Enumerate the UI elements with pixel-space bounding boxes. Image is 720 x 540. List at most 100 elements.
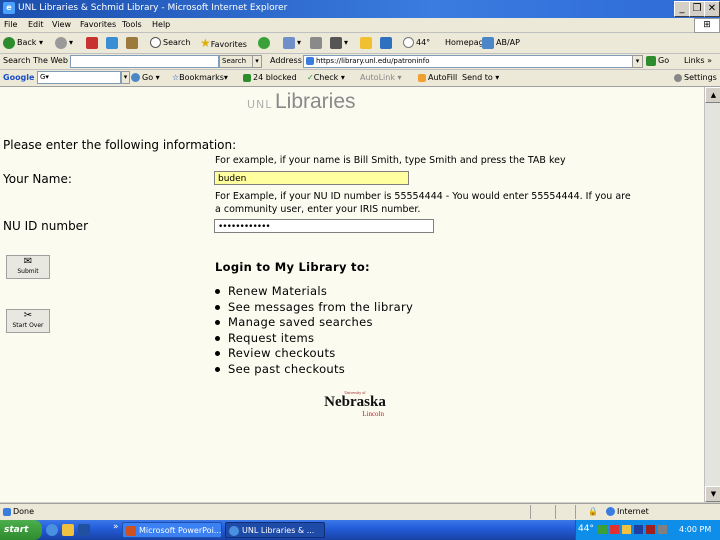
quicklaunch-explorer-icon[interactable] <box>62 524 74 536</box>
stop-icon <box>86 36 98 49</box>
window-title: UNL Libraries & Schmid Library - Microso… <box>18 3 288 13</box>
history-icon <box>258 36 270 49</box>
send-to-button[interactable]: Send to ▾ <box>462 71 499 85</box>
page-icon <box>306 57 314 65</box>
submit-button[interactable]: ✉ Submit <box>6 255 50 279</box>
libraries-logo: UNL Libraries <box>247 90 356 113</box>
gear-icon <box>674 73 682 82</box>
menu-view[interactable]: View <box>52 20 71 29</box>
ie-icon: e <box>3 2 15 14</box>
google-settings-button[interactable]: Settings <box>674 71 717 85</box>
id-password-input[interactable]: •••••••••••• <box>214 219 434 233</box>
links-button[interactable]: Links » <box>684 54 712 68</box>
start-button[interactable]: start <box>0 520 42 540</box>
folder-icon <box>360 36 372 49</box>
feature-item: Review checkouts <box>215 346 336 360</box>
google-logo: Google <box>3 73 35 82</box>
google-dropdown-arrow[interactable]: ▾ <box>121 71 130 84</box>
refresh-button[interactable] <box>106 36 120 50</box>
feature-item: Renew Materials <box>215 284 327 298</box>
tray-weather: 44° <box>578 524 594 534</box>
name-input[interactable]: buden <box>214 171 409 185</box>
address-input[interactable]: https://library.unl.edu/patroninfo <box>303 55 637 68</box>
menu-edit[interactable]: Edit <box>28 20 44 29</box>
refresh-icon <box>106 36 118 49</box>
bullet-icon <box>215 305 220 310</box>
history-button[interactable] <box>258 36 272 50</box>
quicklaunch-ie-icon[interactable] <box>46 524 58 536</box>
google-go-button[interactable]: Go ▾ <box>131 71 160 85</box>
instructions-heading: Please enter the following information: <box>3 138 237 152</box>
tray-icon[interactable] <box>658 525 667 534</box>
id-hint-line-1: For Example, if your NU ID number is 555… <box>215 191 631 202</box>
messenger-button[interactable] <box>380 36 394 50</box>
scroll-down-arrow[interactable]: ▼ <box>705 486 720 502</box>
weather-button[interactable]: 44° <box>403 36 430 50</box>
bookmarks-button[interactable]: ☆Bookmarks▾ <box>172 71 228 85</box>
menu-favorites[interactable]: Favorites <box>80 20 116 29</box>
powerpoint-icon <box>126 526 136 536</box>
search-button[interactable]: Search <box>150 36 190 50</box>
taskbar-ie-window[interactable]: UNL Libraries & ... <box>225 522 325 538</box>
quicklaunch-word-icon[interactable] <box>78 524 90 536</box>
name-label: Your Name: <box>3 172 72 186</box>
print-button[interactable] <box>310 36 324 50</box>
taskbar-powerpoint[interactable]: Microsoft PowerPoi... <box>122 522 222 538</box>
close-button[interactable]: ✕ <box>704 1 720 17</box>
folder-button[interactable] <box>360 36 374 50</box>
minimize-button[interactable]: _ <box>674 1 690 17</box>
print-icon <box>310 36 322 49</box>
edit-icon <box>330 36 342 49</box>
edit-button[interactable]: ▾ <box>330 36 348 50</box>
mail-button[interactable]: ▾ <box>283 36 301 50</box>
google-search-input[interactable]: G▾ <box>37 71 121 84</box>
security-zone: Internet <box>606 505 649 519</box>
id-label: NU ID number <box>3 219 89 233</box>
spellcheck-button[interactable]: ✓Check ▾ <box>307 71 345 85</box>
menu-bar: File Edit View Favorites Tools Help ⊞ <box>0 18 720 33</box>
forward-button[interactable]: ▾ <box>55 36 73 50</box>
tray-icon[interactable] <box>646 525 655 534</box>
autolink-button[interactable]: AutoLink ▾ <box>360 71 402 85</box>
scroll-up-arrow[interactable]: ▲ <box>705 87 720 103</box>
tray-icon[interactable] <box>598 525 607 534</box>
menu-file[interactable]: File <box>4 20 17 29</box>
block-icon <box>243 73 251 82</box>
bullet-icon <box>215 320 220 325</box>
menu-tools[interactable]: Tools <box>122 20 142 29</box>
search-dropdown-arrow[interactable]: ▾ <box>252 55 262 68</box>
back-button[interactable]: Back ▾ <box>3 36 43 50</box>
maximize-button[interactable]: ❐ <box>689 1 705 17</box>
tray-icon[interactable] <box>622 525 631 534</box>
start-over-button[interactable]: ✂ Start Over <box>6 309 50 333</box>
standard-toolbar: Back ▾ ▾ Search ★Favorites ▾ ▾ 44° Homep… <box>0 33 720 54</box>
favorites-button[interactable]: ★Favorites <box>200 36 247 50</box>
bullet-icon <box>215 351 220 356</box>
nebraska-logo: University of Nebraska Lincoln <box>324 390 386 418</box>
news-button[interactable]: AB/AP <box>482 36 520 50</box>
window-title-bar[interactable]: e UNL Libraries & Schmid Library - Micro… <box>0 0 720 18</box>
tray-icon[interactable] <box>610 525 619 534</box>
home-button[interactable] <box>126 36 140 50</box>
windows-taskbar: start » Microsoft PowerPoi... UNL Librar… <box>0 520 720 540</box>
menu-help[interactable]: Help <box>152 20 170 29</box>
search-web-input[interactable] <box>70 55 219 68</box>
address-dropdown-arrow[interactable]: ▾ <box>632 55 643 68</box>
submit-icon: ✉ <box>23 256 33 267</box>
google-toolbar: Google G▾ ▾ Go ▾ ☆Bookmarks▾ 24 blocked … <box>0 70 720 87</box>
stop-button[interactable] <box>86 36 100 50</box>
popup-blocker-button[interactable]: 24 blocked <box>243 71 297 85</box>
address-toolbar: Search The Web Search ▾ Address https://… <box>0 54 720 70</box>
autofill-button[interactable]: AutoFill <box>418 71 457 85</box>
go-arrow-icon <box>646 55 656 66</box>
go-button[interactable]: Go <box>646 54 669 68</box>
login-heading: Login to My Library to: <box>215 260 370 274</box>
mail-icon <box>283 36 295 49</box>
windows-flag-icon: ⊞ <box>694 18 720 33</box>
internet-globe-icon <box>606 507 615 516</box>
search-web-button[interactable]: Search <box>219 55 253 68</box>
quicklaunch-overflow-icon[interactable]: » <box>113 522 119 532</box>
vertical-scrollbar[interactable]: ▲ ▼ <box>704 87 720 502</box>
tray-icon[interactable] <box>634 525 643 534</box>
status-divider <box>575 505 576 519</box>
